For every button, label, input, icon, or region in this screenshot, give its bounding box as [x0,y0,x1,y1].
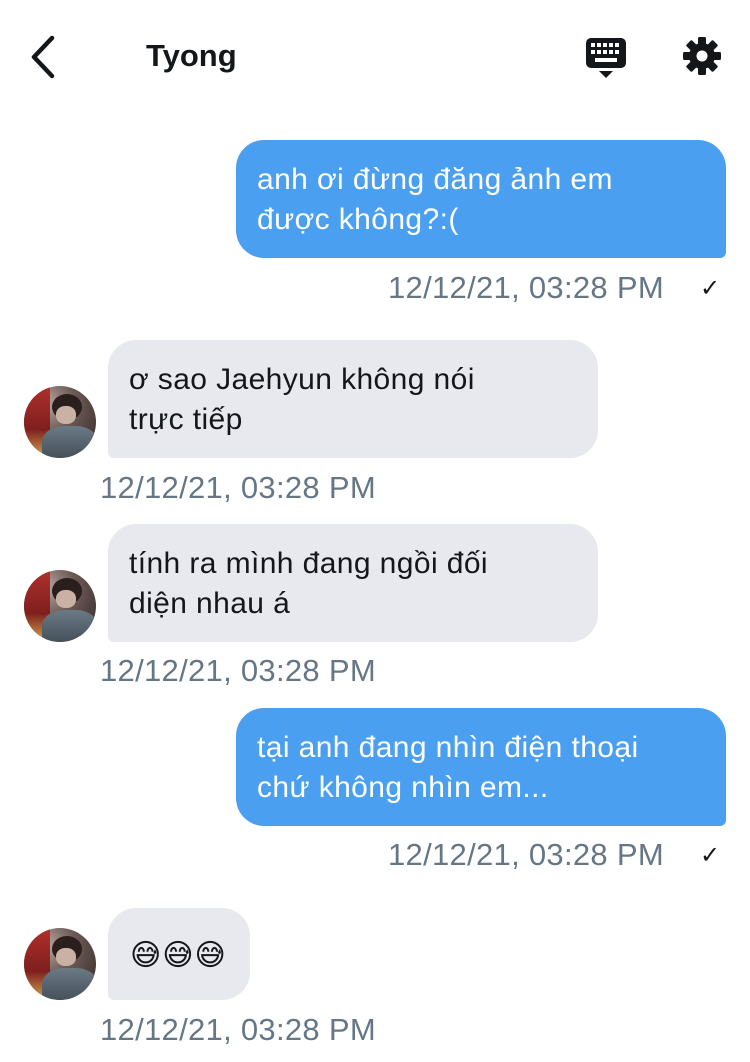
message-line: diện nhau á [129,587,291,620]
gear-icon [683,37,721,75]
read-check-icon: ✓ [700,275,721,302]
message-timestamp: 12/12/21, 03:28 PM [100,653,376,688]
message-bubble-incoming[interactable]: ơ sao Jaehyun không nói trực tiếp [108,340,598,458]
message-line: được không?:( [257,203,459,236]
avatar[interactable] [24,928,96,1000]
message-line: ơ sao Jaehyun không nói [129,363,475,396]
message-timestamp: 12/12/21, 03:28 PM [388,270,664,305]
message-line: chứ không nhìn em... [257,771,549,804]
chevron-left-icon [31,35,55,79]
message-line: trực tiếp [129,403,243,436]
conversation-title: Tyong [146,38,237,73]
message-timestamp: 12/12/21, 03:28 PM [100,470,376,505]
message-bubble-incoming[interactable]: 😅😅😅 [108,908,250,1000]
message-timestamp: 12/12/21, 03:28 PM [100,1012,376,1047]
message-timestamp: 12/12/21, 03:28 PM [388,837,664,872]
read-check-icon: ✓ [700,842,721,869]
conversation-header: Tyong [0,0,750,110]
avatar[interactable] [24,386,96,458]
message-line: anh ơi đừng đăng ảnh em [257,163,613,196]
message-line: tính ra mình đang ngồi đối [129,547,488,580]
message-bubble-incoming[interactable]: tính ra mình đang ngồi đối diện nhau á [108,524,598,642]
keyboard-button[interactable] [584,36,628,80]
back-button[interactable] [22,30,66,84]
message-line: tại anh đang nhìn điện thoại [257,731,639,764]
message-bubble-outgoing[interactable]: anh ơi đừng đăng ảnh em được không?:( [236,140,726,258]
emoji-message: 😅😅😅 [130,939,227,972]
keyboard-icon [586,38,626,78]
avatar[interactable] [24,570,96,642]
settings-button[interactable] [680,34,724,78]
message-bubble-outgoing[interactable]: tại anh đang nhìn điện thoại chứ không n… [236,708,726,826]
